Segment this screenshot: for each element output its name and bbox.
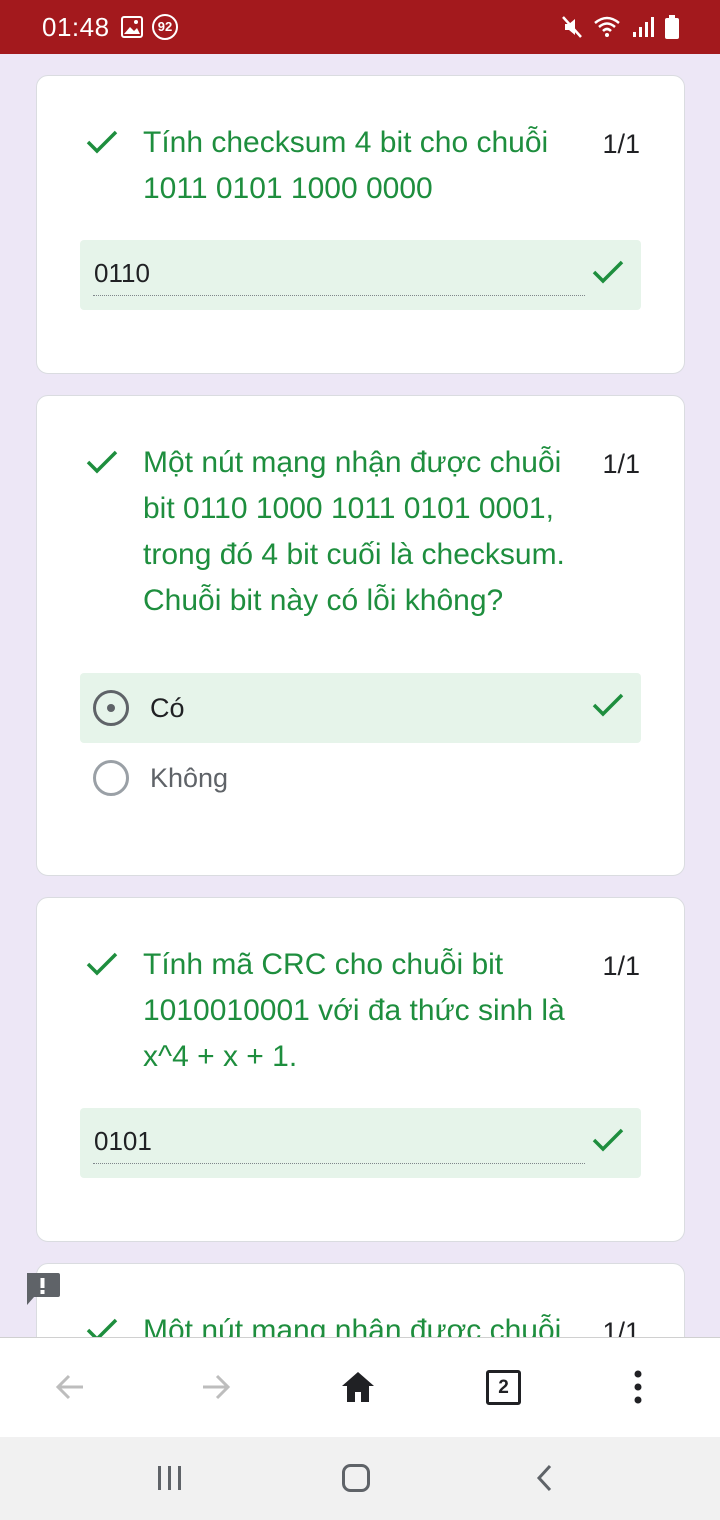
correct-check-icon [86,450,118,474]
notification-count-badge: 92 [152,14,178,40]
system-nav-bar [0,1437,720,1520]
status-time: 01:48 [42,12,110,42]
correct-check-icon [592,693,624,717]
correct-check-icon [592,1128,624,1152]
recent-apps-icon[interactable] [155,1463,185,1493]
radio-button-unchecked[interactable] [93,760,129,796]
correct-check-icon [86,130,118,154]
mute-icon [561,16,582,38]
question-text: Tính checksum 4 bit cho chuỗi 1011 0101 … [143,126,549,205]
option-label: Không [150,763,229,793]
status-bar: 01:48 92 [0,0,720,54]
answer-field: 0110 [80,240,641,310]
signal-icon [632,17,654,37]
forward-arrow-icon[interactable] [199,1366,233,1408]
option-co[interactable]: Có [80,673,641,743]
answer-value: 0101 [94,1126,152,1156]
browser-toolbar: 2 [0,1337,720,1437]
back-arrow-icon[interactable] [53,1366,87,1408]
battery-icon [665,15,679,39]
image-icon [121,16,143,38]
correct-check-icon [592,260,624,284]
question-score: 1/1 [602,129,640,159]
tabs-icon[interactable]: 2 [486,1370,521,1405]
question-card: Một nút mạng nhận được chuỗi bit 0110 10… [36,395,685,876]
answer-underline [93,295,585,296]
status-icons [555,14,680,40]
question-score: 1/1 [602,951,640,981]
radio-button-checked[interactable] [93,690,129,726]
wifi-icon [594,16,620,37]
question-card: Tính mã CRC cho chuỗi bit 1010010001 với… [36,897,685,1242]
option-label: Có [150,693,185,723]
question-text: Một nút mạng nhận được chuỗi bit 0110 10… [143,446,565,617]
answer-underline [93,1163,585,1164]
question-text: Tính mã CRC cho chuỗi bit 1010010001 với… [143,948,565,1073]
system-back-icon[interactable] [530,1463,560,1493]
answer-field: 0101 [80,1108,641,1178]
question-card: Tính checksum 4 bit cho chuỗi 1011 0101 … [36,75,685,374]
question-score: 1/1 [602,449,640,479]
more-menu-icon[interactable] [630,1366,646,1408]
answer-value: 0110 [94,258,150,288]
option-khong[interactable]: Không [80,743,641,813]
home-icon[interactable] [340,1366,376,1408]
correct-check-icon [86,952,118,976]
report-issue-icon[interactable] [24,1271,61,1307]
home-button-icon[interactable] [341,1463,371,1493]
